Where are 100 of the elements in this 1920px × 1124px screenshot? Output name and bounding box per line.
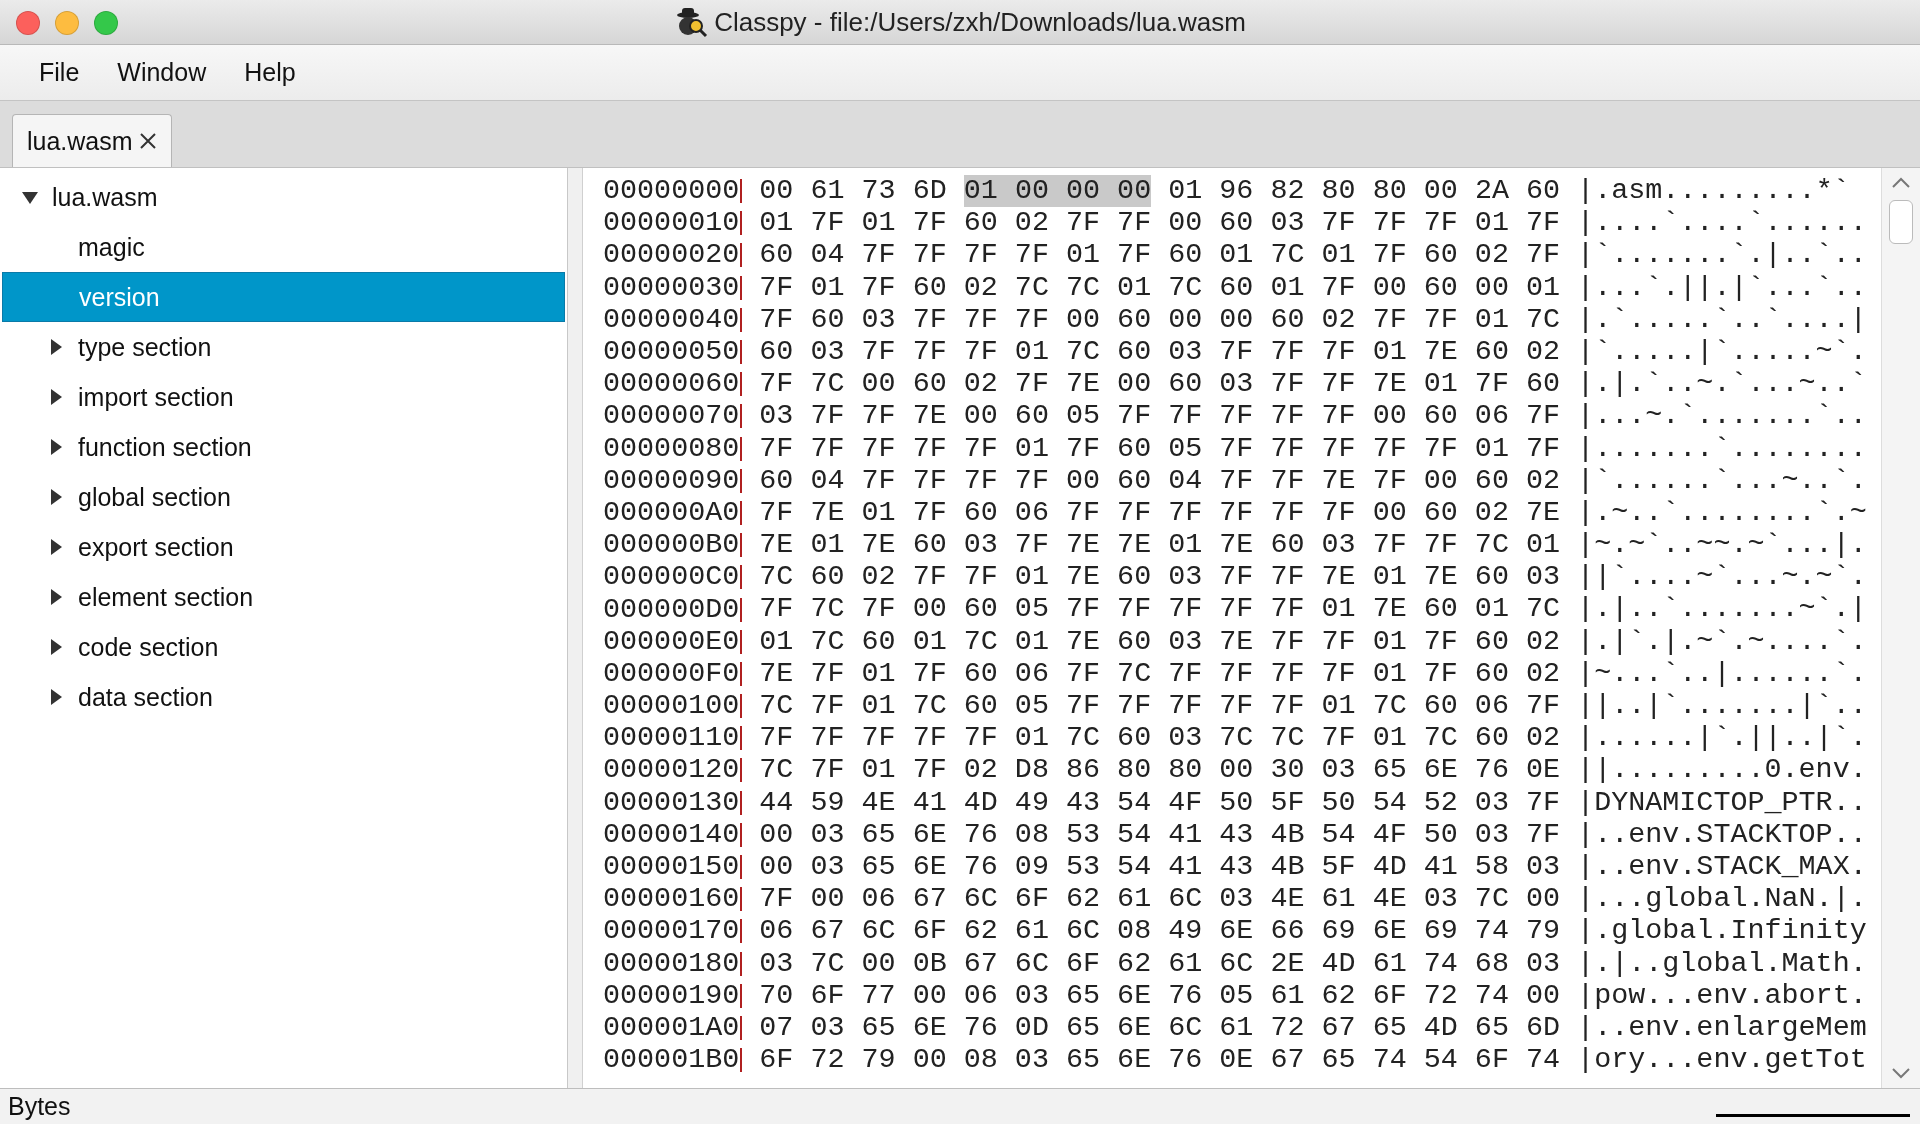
tree-item[interactable]: data section bbox=[2, 672, 565, 722]
menu-item[interactable]: Help bbox=[225, 58, 315, 87]
hex-offset: 00000040 bbox=[603, 307, 743, 332]
ascii-text: |`.......`.|..`.. bbox=[1577, 239, 1867, 272]
ascii-text: |....`....`...... bbox=[1577, 207, 1867, 240]
tree-item[interactable]: lua.wasm bbox=[2, 172, 565, 222]
scroll-down-icon[interactable] bbox=[1891, 1066, 1911, 1080]
ascii-text: |.|.`..~.`...~..` bbox=[1577, 368, 1867, 401]
hex-offset: 00000060 bbox=[603, 372, 743, 397]
expanded-triangle-icon[interactable] bbox=[22, 189, 38, 205]
ascii-text: |......|`.||..|`. bbox=[1577, 722, 1867, 755]
hex-bytes: 03 7C 00 0B 67 6C 6F 62 61 6C 2E 4D 61 74 68 03 bbox=[759, 947, 1561, 980]
hex-offset: 000000C0 bbox=[603, 565, 743, 590]
ascii-text: ||`....~`...~.~`. bbox=[1577, 561, 1867, 594]
ascii-text: |.......`........ bbox=[1577, 432, 1867, 465]
ascii-text: |`......`...~..`. bbox=[1577, 464, 1867, 497]
menu-item[interactable]: Window bbox=[98, 58, 226, 87]
scroll-thumb[interactable] bbox=[1889, 200, 1913, 244]
window-title: Classpy - file:/Users/zxh/Downloads/lua.wasm bbox=[714, 6, 1246, 38]
tree-item[interactable]: code section bbox=[2, 622, 565, 672]
ascii-text: |`.....|`.....~`. bbox=[1577, 335, 1867, 369]
tree-item[interactable]: function section bbox=[2, 422, 565, 472]
tree-item[interactable]: import section bbox=[2, 372, 565, 422]
hex-bytes: 6F 72 79 00 08 03 65 6E 76 0E 67 65 74 54 6F 74 bbox=[759, 1044, 1561, 1077]
hex-bytes: 06 67 6C 6F 62 61 6C 08 49 6E 66 69 6E 69 74 79 bbox=[759, 915, 1561, 948]
hex-bytes: 00 61 73 6D bbox=[759, 175, 947, 208]
hex-bytes: 01 96 82 80 80 00 2A 60 bbox=[1168, 175, 1561, 208]
hex-bytes: 00 03 65 6E 76 09 53 54 41 43 4B 5F 4D 41 58 03 bbox=[759, 850, 1561, 884]
hex-bytes: 7F 7C 00 60 02 7F 7E 00 60 03 7F 7F 7E 01 7F 60 bbox=[759, 368, 1561, 401]
close-button[interactable] bbox=[16, 11, 40, 35]
hex-offset: 00000160 bbox=[603, 887, 743, 912]
hex-offset: 00000020 bbox=[603, 243, 743, 268]
hex-bytes: 70 6F 77 00 06 03 65 6E 76 05 61 62 6F 72 74 00 bbox=[759, 979, 1561, 1012]
tree-item[interactable]: element section bbox=[2, 572, 565, 622]
hex-offset: 00000030 bbox=[603, 275, 743, 300]
collapsed-triangle-icon[interactable] bbox=[48, 489, 64, 505]
hex-offset: 00000050 bbox=[603, 340, 743, 365]
ascii-text: |.~..`........`.~ bbox=[1577, 496, 1867, 530]
collapsed-triangle-icon[interactable] bbox=[48, 339, 64, 355]
hex-offset: 00000090 bbox=[603, 468, 743, 493]
hex-bytes: 01 7C 60 01 7C 01 7E 60 03 7E 7F 7F 01 7F 60 02 bbox=[759, 625, 1561, 658]
hex-bytes: 7F 7F 7F 7F 7F 01 7C 60 03 7C 7C 7F 01 7C 60 02 bbox=[759, 722, 1561, 755]
menu-item[interactable]: File bbox=[20, 58, 99, 87]
ascii-text: |...~.`.......`.. bbox=[1577, 400, 1867, 433]
hex-offset: 00000130 bbox=[603, 790, 743, 815]
hex-offset: 00000070 bbox=[603, 404, 743, 429]
hex-offset: 000000A0 bbox=[603, 500, 743, 525]
hex-offset: 00000000 bbox=[603, 179, 743, 204]
hex-bytes: 7E 01 7E 60 03 7F 7E 7E 01 7E 60 03 7F 7F 7C 01 bbox=[759, 529, 1561, 562]
ascii-text: |..env.enlargeMem bbox=[1577, 1011, 1867, 1045]
hex-bytes: 60 04 7F 7F 7F 7F 01 7F 60 01 7C 01 7F 60 02 7F bbox=[759, 239, 1561, 272]
selected-hex-bytes: 01 00 00 00 bbox=[963, 175, 1152, 208]
hex-offset: 00000170 bbox=[603, 919, 743, 944]
hex-offset: 000001B0 bbox=[603, 1048, 743, 1073]
hex-offset: 00000010 bbox=[603, 211, 743, 236]
hex-bytes: 60 03 7F 7F 7F 01 7C 60 03 7F 7F 7F 01 7E 60 02 bbox=[759, 335, 1561, 369]
spy-icon bbox=[674, 6, 709, 38]
hex-bytes: 07 03 65 6E 76 0D 65 6E 6C 61 72 67 65 4D 65 6D bbox=[759, 1011, 1561, 1045]
ascii-text: |.global.Infinity bbox=[1577, 915, 1867, 948]
hex-bytes: 7F 7E 01 7F 60 06 7F 7F 7F 7F 7F 7F 00 60 02 7E bbox=[759, 496, 1561, 530]
close-icon[interactable] bbox=[138, 132, 157, 150]
tree-item[interactable]: export section bbox=[2, 522, 565, 572]
hex-offset: 00000100 bbox=[603, 694, 743, 719]
collapsed-triangle-icon[interactable] bbox=[48, 439, 64, 455]
hex-bytes: 7E 7F 01 7F 60 06 7F 7C 7F 7F 7F 7F 01 7F 60 02 bbox=[759, 657, 1561, 690]
hex-bytes: 7F 01 7F 60 02 7C 7C 01 7C 60 01 7F 00 60 00 01 bbox=[759, 271, 1561, 304]
ascii-text: |~.~`..~~.~`...|. bbox=[1577, 529, 1867, 562]
ascii-text: |ory...env.getTot bbox=[1577, 1044, 1867, 1077]
tree-item[interactable]: type section bbox=[2, 322, 565, 372]
hex-offset: 000000B0 bbox=[603, 533, 743, 558]
scrollbar[interactable] bbox=[1881, 168, 1920, 1088]
ascii-text: ||..|`.......|`.. bbox=[1577, 690, 1867, 723]
ascii-text: |.|`.|.~`.~....`. bbox=[1577, 625, 1867, 658]
hex-offset: 00000120 bbox=[603, 758, 743, 783]
ascii-text: |DYNAMICTOP_PTR.. bbox=[1577, 786, 1867, 819]
hex-offset: 00000140 bbox=[603, 822, 743, 847]
ascii-text: |..env.STACK_MAX. bbox=[1577, 850, 1867, 884]
collapsed-triangle-icon[interactable] bbox=[48, 539, 64, 555]
hex-bytes: 00 03 65 6E 76 08 53 54 41 43 4B 54 4F 50 03 7F bbox=[759, 818, 1561, 851]
file-tab[interactable]: lua.wasm bbox=[12, 114, 172, 167]
ascii-text: |.asm.........*` bbox=[1577, 175, 1850, 208]
collapsed-triangle-icon[interactable] bbox=[48, 689, 64, 705]
tree-item[interactable]: magic bbox=[2, 222, 565, 272]
hex-offset: 00000110 bbox=[603, 726, 743, 751]
ascii-text: |...`.||.|`...`.. bbox=[1577, 271, 1867, 304]
hex-bytes: 7F 7C 7F 00 60 05 7F 7F 7F 7F 7F 01 7E 60 01 7C bbox=[759, 593, 1561, 626]
ascii-text: |...global.NaN.|. bbox=[1577, 883, 1867, 916]
hex-offset: 00000190 bbox=[603, 983, 743, 1008]
ascii-text: |.`.....`..`....| bbox=[1577, 303, 1867, 336]
hex-bytes: 7C 60 02 7F 7F 01 7E 60 03 7F 7F 7E 01 7E 60 03 bbox=[759, 561, 1561, 594]
scroll-up-icon[interactable] bbox=[1891, 176, 1911, 190]
collapsed-triangle-icon[interactable] bbox=[48, 389, 64, 405]
hex-bytes: 7C 7F 01 7F 02 D8 86 80 80 00 30 03 65 6E 76 0E bbox=[759, 754, 1561, 787]
ascii-text: ||.........0.env. bbox=[1577, 754, 1867, 787]
collapsed-triangle-icon[interactable] bbox=[48, 639, 64, 655]
hex-offset: 000000F0 bbox=[603, 661, 743, 686]
tree-item[interactable]: global section bbox=[2, 472, 565, 522]
hex-bytes: 60 04 7F 7F 7F 7F 00 60 04 7F 7F 7E 7F 00 60 02 bbox=[759, 464, 1561, 497]
hex-bytes: 03 7F 7F 7E 00 60 05 7F 7F 7F 7F 7F 00 60 06 7F bbox=[759, 400, 1561, 433]
collapsed-triangle-icon[interactable] bbox=[48, 589, 64, 605]
